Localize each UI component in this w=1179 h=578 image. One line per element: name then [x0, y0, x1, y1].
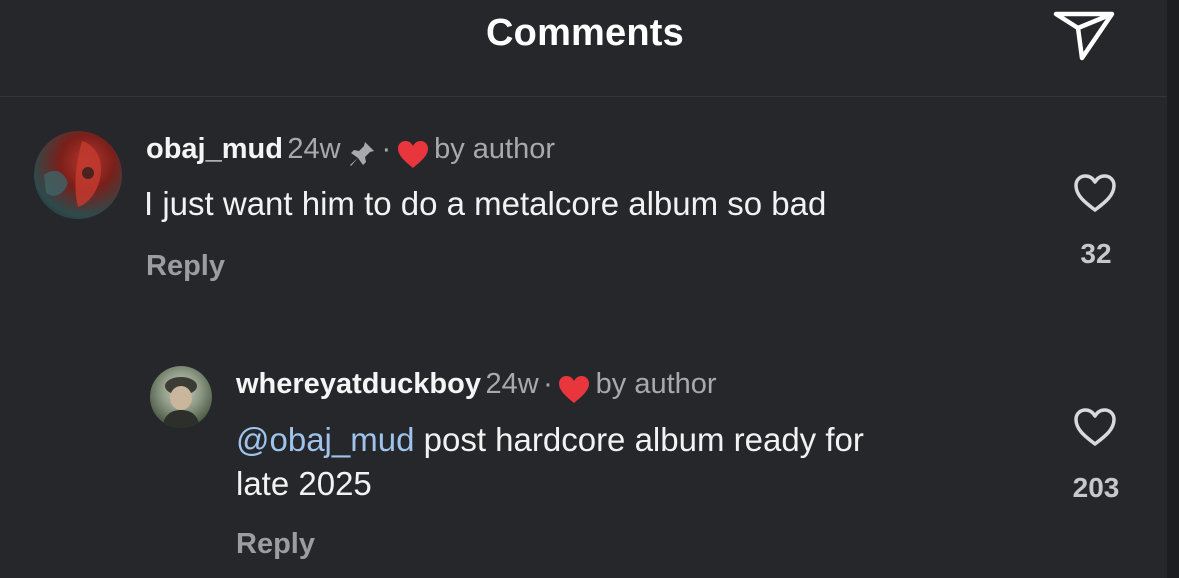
- reply-username[interactable]: whereyatduckboy: [236, 368, 481, 400]
- comment-meta: obaj_mud 24w · by author: [146, 133, 555, 169]
- reply-text: @obaj_mud post hardcore album ready for …: [236, 418, 1036, 506]
- reply-button[interactable]: Reply: [146, 250, 225, 283]
- like-heart-icon[interactable]: [1072, 406, 1118, 448]
- comments-header: Comments: [0, 0, 1167, 97]
- comment-text: I just want him to do a metalcore album …: [144, 185, 827, 222]
- reply-age: 24w: [485, 368, 539, 400]
- like-heart-icon[interactable]: [1072, 172, 1118, 214]
- screen-edge: [1167, 0, 1179, 578]
- reply-button[interactable]: Reply: [236, 528, 315, 561]
- reply-text-line2: late 2025: [236, 465, 372, 502]
- reply-text-line1: post hardcore album ready for: [414, 421, 864, 458]
- mention-link[interactable]: @obaj_mud: [236, 421, 414, 458]
- reply-meta: whereyatduckboy 24w · by author: [236, 368, 717, 404]
- comment-username[interactable]: obaj_mud: [146, 133, 283, 165]
- liked-by-author: by author: [434, 133, 556, 165]
- like-count: 203: [1072, 472, 1120, 503]
- avatar[interactable]: [150, 366, 212, 428]
- separator-dot: ·: [381, 133, 392, 165]
- like-count: 32: [1080, 238, 1112, 269]
- pin-icon: [350, 141, 375, 166]
- avatar[interactable]: [34, 131, 122, 219]
- separator-dot: ·: [543, 368, 553, 400]
- liked-by-author: by author: [595, 368, 717, 400]
- heart-icon: [397, 140, 428, 168]
- comment-age: 24w: [287, 133, 341, 165]
- page-title: Comments: [486, 12, 684, 54]
- heart-icon: [559, 375, 590, 403]
- send-icon[interactable]: [1052, 6, 1116, 64]
